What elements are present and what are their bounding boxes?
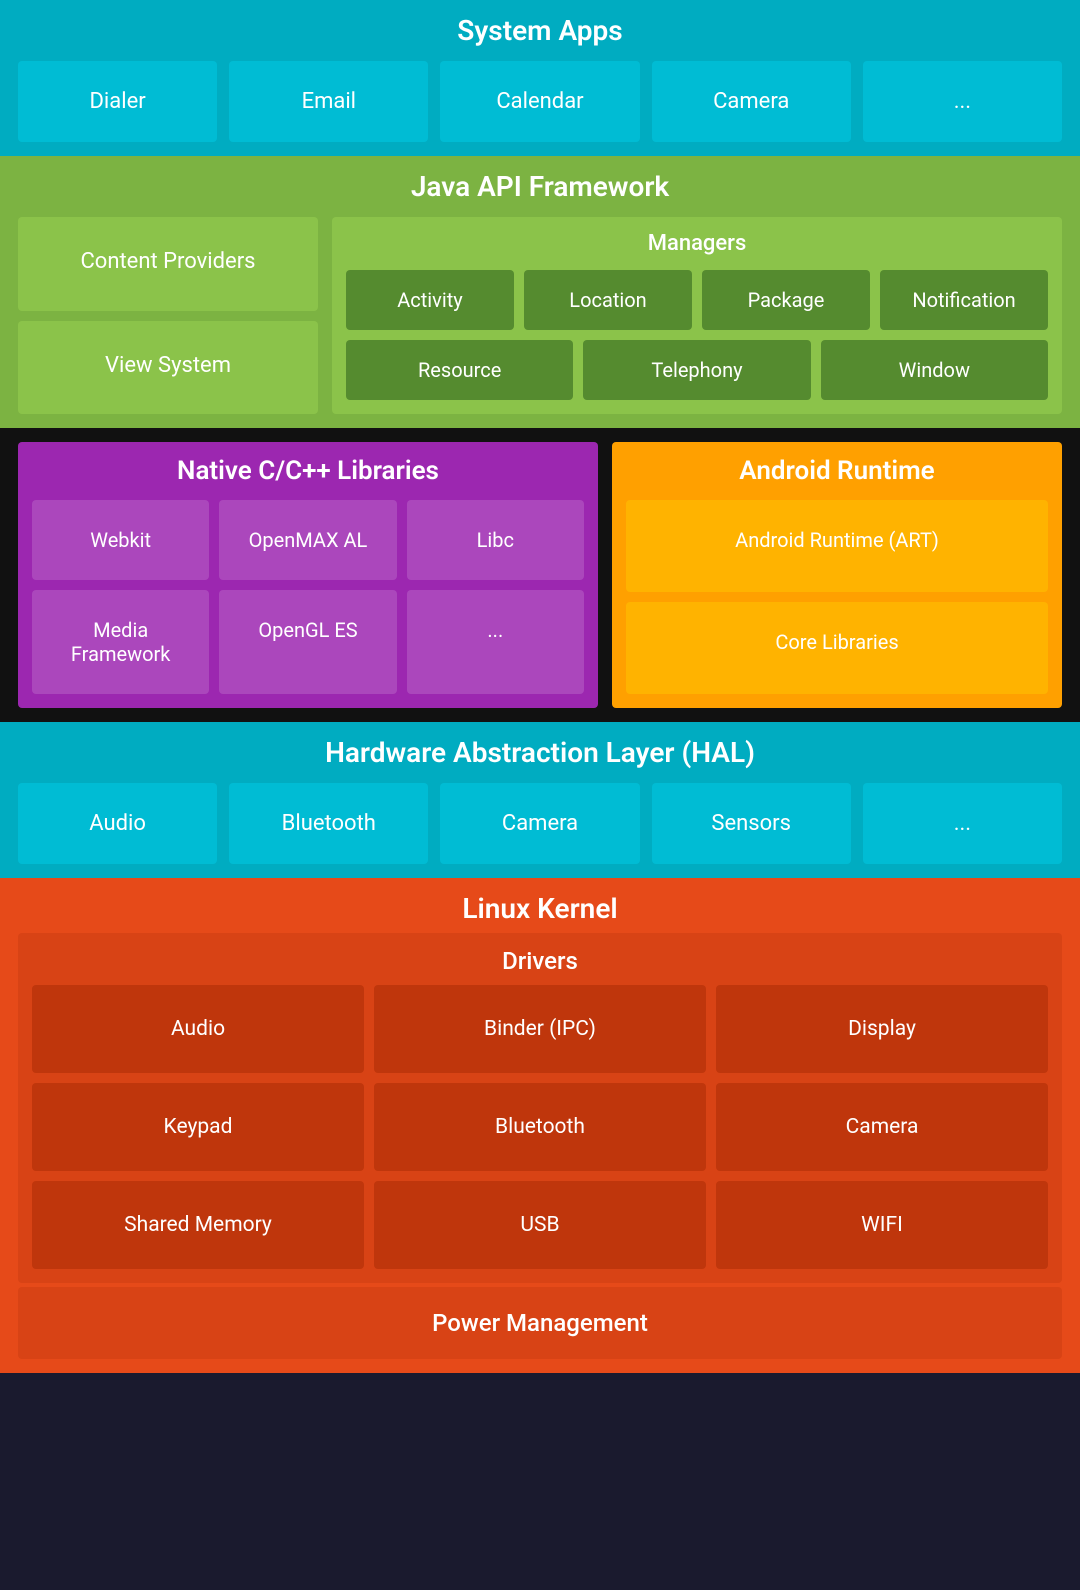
app-email: Email: [229, 61, 428, 142]
java-api-right: Managers Activity Location Package Notif…: [332, 217, 1062, 414]
app-more: ...: [863, 61, 1062, 142]
hal-grid: Audio Bluetooth Camera Sensors ...: [18, 783, 1062, 864]
linux-kernel-layer: Linux Kernel Drivers Audio Binder (IPC) …: [0, 878, 1080, 1373]
native-openmax: OpenMAX AL: [219, 500, 396, 580]
driver-keypad: Keypad: [32, 1083, 364, 1171]
manager-package: Package: [702, 270, 870, 330]
native-libc: Libc: [407, 500, 584, 580]
native-more: ...: [407, 590, 584, 694]
managers-row2: Resource Telephony Window: [346, 340, 1048, 400]
manager-activity: Activity: [346, 270, 514, 330]
system-apps-layer: System Apps Dialer Email Calendar Camera…: [0, 0, 1080, 156]
app-camera: Camera: [652, 61, 851, 142]
manager-location: Location: [524, 270, 692, 330]
manager-telephony: Telephony: [583, 340, 810, 400]
hal-bluetooth: Bluetooth: [229, 783, 428, 864]
driver-usb: USB: [374, 1181, 706, 1269]
drivers-section: Drivers Audio Binder (IPC) Display Keypa…: [18, 933, 1062, 1283]
system-apps-title: System Apps: [18, 14, 1062, 47]
drivers-grid: Audio Binder (IPC) Display Keypad Blueto…: [32, 985, 1048, 1269]
android-runtime-layer: Android Runtime Android Runtime (ART) Co…: [612, 442, 1062, 708]
driver-camera: Camera: [716, 1083, 1048, 1171]
hal-more: ...: [863, 783, 1062, 864]
native-media-framework: Media Framework: [32, 590, 209, 694]
manager-window: Window: [821, 340, 1048, 400]
linux-kernel-title: Linux Kernel: [18, 892, 1062, 925]
driver-binder: Binder (IPC): [374, 985, 706, 1073]
app-dialer: Dialer: [18, 61, 217, 142]
hal-layer: Hardware Abstraction Layer (HAL) Audio B…: [0, 722, 1080, 878]
hal-title: Hardware Abstraction Layer (HAL): [18, 736, 1062, 769]
driver-audio: Audio: [32, 985, 364, 1073]
hal-sensors: Sensors: [652, 783, 851, 864]
android-runtime-art: Android Runtime (ART): [626, 500, 1048, 592]
power-management-bar: Power Management: [18, 1287, 1062, 1359]
java-api-content: Content Providers View System Managers A…: [18, 217, 1062, 414]
content-providers-box: Content Providers: [18, 217, 318, 311]
driver-wifi: WIFI: [716, 1181, 1048, 1269]
native-opengl: OpenGL ES: [219, 590, 396, 694]
driver-display: Display: [716, 985, 1048, 1073]
managers-row1: Activity Location Package Notification: [346, 270, 1048, 330]
driver-shared-memory: Shared Memory: [32, 1181, 364, 1269]
android-runtime-title: Android Runtime: [626, 456, 1048, 486]
native-cpp-layer: Native C/C++ Libraries Webkit OpenMAX AL…: [18, 442, 598, 708]
java-api-layer: Java API Framework Content Providers Vie…: [0, 156, 1080, 428]
drivers-title: Drivers: [32, 947, 1048, 975]
hal-camera: Camera: [440, 783, 639, 864]
native-runtime-wrapper: Native C/C++ Libraries Webkit OpenMAX AL…: [0, 428, 1080, 722]
driver-bluetooth: Bluetooth: [374, 1083, 706, 1171]
native-cpp-title: Native C/C++ Libraries: [32, 456, 584, 486]
native-webkit: Webkit: [32, 500, 209, 580]
manager-notification: Notification: [880, 270, 1048, 330]
manager-resource: Resource: [346, 340, 573, 400]
java-api-left: Content Providers View System: [18, 217, 318, 414]
managers-title: Managers: [346, 231, 1048, 256]
native-grid: Webkit OpenMAX AL Libc Media Framework O…: [32, 500, 584, 694]
java-api-title: Java API Framework: [18, 170, 1062, 203]
hal-audio: Audio: [18, 783, 217, 864]
android-runtime-core-libs: Core Libraries: [626, 602, 1048, 694]
app-calendar: Calendar: [440, 61, 639, 142]
system-apps-grid: Dialer Email Calendar Camera ...: [18, 61, 1062, 142]
view-system-box: View System: [18, 321, 318, 415]
